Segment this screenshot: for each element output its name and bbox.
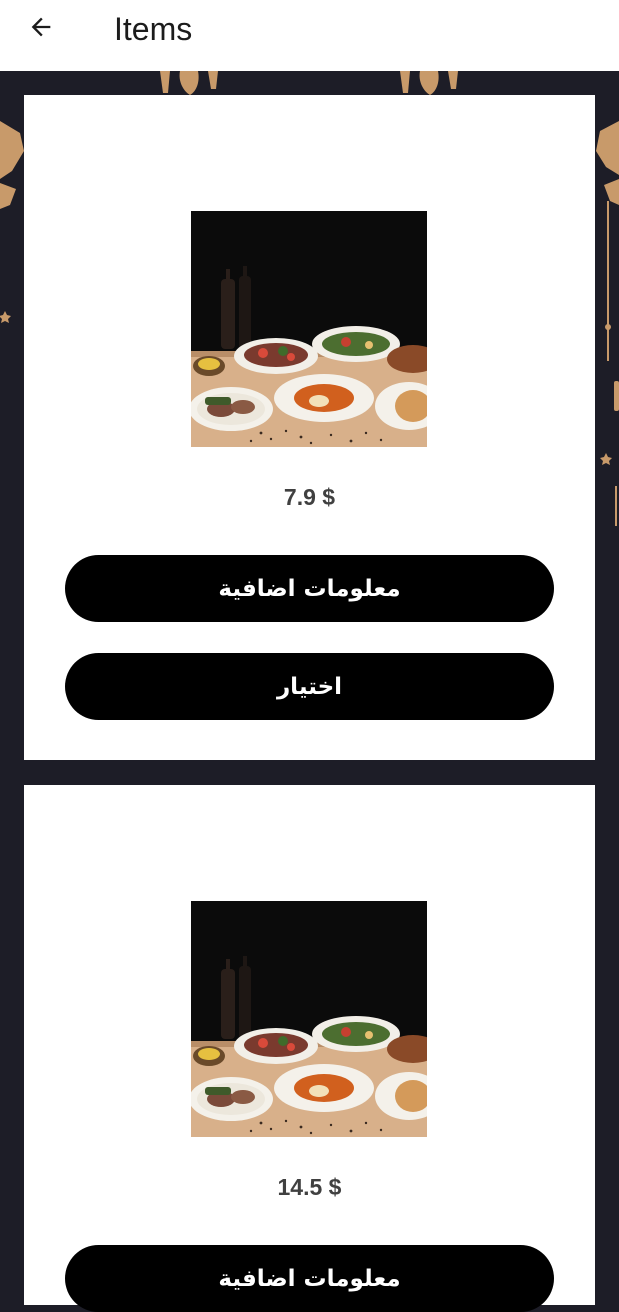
item-price: 7.9 $ [283,484,336,510]
back-button[interactable] [20,10,62,48]
item-card: 14.5 $ معلومات اضافية [24,785,595,1312]
select-button[interactable]: اختيار [65,653,554,720]
item-image[interactable] [191,211,427,447]
item-image[interactable] [191,901,427,1137]
app-bar: Items [0,0,619,71]
arrow-left-icon [27,13,55,45]
item-price: 14.5 $ [277,1174,342,1200]
more-info-button[interactable]: معلومات اضافية [65,1245,554,1312]
item-card: 7.9 $ معلومات اضافية اختيار [24,95,595,760]
more-info-button[interactable]: معلومات اضافية [65,555,554,622]
page-title: Items [114,11,193,47]
